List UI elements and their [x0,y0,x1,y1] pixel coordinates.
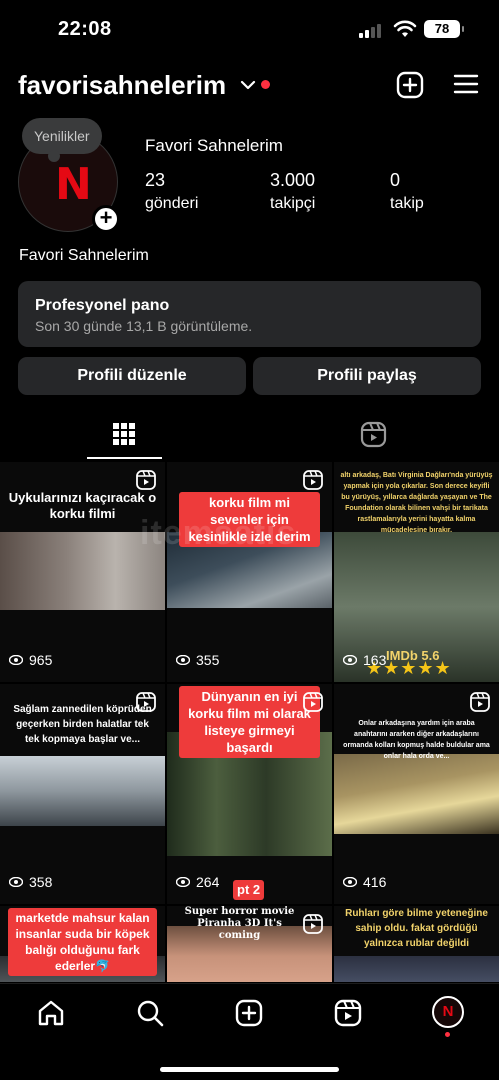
view-count: 358 [9,874,52,890]
stat-posts-value: 23 [145,170,166,190]
edit-profile-button[interactable]: Profili düzenle [18,357,246,395]
wifi-icon [393,20,417,37]
watermark: itemsatis [140,514,297,552]
stat-followers-label: takipçi [270,195,316,212]
post-caption: Uykularınızı kaçıracak o korku filmi [8,490,157,521]
part-badge: pt 2 [233,880,265,900]
eye-icon [176,655,190,665]
chevron-down-icon[interactable] [240,78,256,92]
eye-icon [9,877,23,887]
view-count: 355 [176,652,219,668]
dashboard-title: Profesyonel pano [35,297,170,314]
reel-icon [470,692,490,712]
stat-following-value: 0 [390,170,401,190]
post-tile[interactable]: Super horror movie Piranha 3D It's comin… [167,906,332,982]
reel-icon [303,914,323,934]
grid-tab-icon[interactable] [112,422,136,446]
display-name: Favori Sahnelerim [145,136,283,155]
view-count-value: 163 [363,652,387,668]
username[interactable]: favorisahnelerim [18,70,226,101]
stat-followers-value: 3.000 [270,170,316,190]
post-caption: altı arkadaş, Batı Virginia Dağları'nda … [340,472,493,534]
view-count-value: 358 [29,874,53,890]
cellular-signal-icon [359,24,381,38]
post-tile[interactable]: Onlar arkadaşına yardım için araba anaht… [334,684,499,904]
post-tile[interactable]: altı arkadaş, Batı Virginia Dağları'nda … [334,462,499,682]
reels-icon[interactable] [333,998,363,1028]
create-icon[interactable] [234,998,264,1028]
post-caption: Super horror movie Piranha 3D It's comin… [184,906,295,941]
home-icon[interactable] [36,998,66,1028]
status-time: 22:08 [58,18,112,40]
bottom-nav: N [0,983,499,1080]
profile-header: favorisahnelerim [0,66,499,106]
battery-icon: 78 [424,20,464,38]
view-count-value: 264 [196,874,220,890]
view-count: 264 [176,874,219,890]
note-bubble[interactable]: Yenilikler [22,118,102,162]
view-count-value: 355 [196,652,220,668]
active-tab-indicator [87,457,162,459]
stat-posts[interactable]: 23 gönderi [145,170,198,213]
view-count: 163 [343,652,386,668]
search-icon[interactable] [135,998,165,1028]
post-tile[interactable]: Uykularınızı kaçıracak o korku filmi 965 [0,462,165,682]
stat-followers[interactable]: 3.000 takipçi [270,170,315,213]
post-caption: Dünyanın en iyi korku film mi olarak lis… [179,686,320,758]
add-story-plus-icon[interactable]: + [92,205,120,233]
eye-icon [9,655,23,665]
profile-notification-dot [445,1032,450,1037]
reel-icon [136,470,156,490]
post-tile[interactable]: Ruhları göre bilme yeteneğine sahip oldu… [334,906,499,982]
profile-avatar-nav[interactable]: N [432,996,464,1028]
status-bar: 22:08 78 [0,0,499,60]
post-caption: Onlar arkadaşına yardım için araba anaht… [343,720,490,760]
stat-posts-label: gönderi [145,195,199,212]
stat-following[interactable]: 0 takip [390,170,424,213]
netflix-logo-icon: N [55,159,92,210]
dashboard-subtitle: Son 30 günde 13,1 B görüntüleme. [35,318,253,334]
view-count: 416 [343,874,386,890]
eye-icon [343,877,357,887]
professional-dashboard[interactable]: Profesyonel pano Son 30 günde 13,1 B gör… [18,281,481,347]
stat-following-label: takip [390,195,424,212]
reel-icon [136,692,156,712]
bio-name: Favori Sahnelerim [19,247,149,264]
view-count-value: 416 [363,874,387,890]
hamburger-menu-icon[interactable] [453,73,479,95]
posts-grid: Uykularınızı kaçıracak o korku filmi 965… [0,462,499,982]
post-tile[interactable]: Sağlam zannedilen köprüden geçerken bird… [0,684,165,904]
view-count-value: 965 [29,652,53,668]
home-indicator [160,1067,339,1072]
create-post-icon[interactable] [396,71,424,99]
post-tile[interactable]: Dünyanın en iyi korku film mi olarak lis… [167,684,332,904]
notification-dot [261,80,270,89]
reels-tab-icon[interactable] [360,421,387,448]
eye-icon [176,877,190,887]
post-tile[interactable]: marketde mahsur kalan insanlar suda bir … [0,906,165,982]
view-count: 965 [9,652,52,668]
post-caption: Ruhları göre bilme yeteneğine sahip oldu… [345,908,488,949]
reel-icon [303,470,323,490]
share-profile-button[interactable]: Profili paylaş [253,357,481,395]
post-caption: Sağlam zannedilen köprüden geçerken bird… [13,704,152,745]
post-caption: marketde mahsur kalan insanlar suda bir … [8,908,157,976]
post-tile[interactable]: korku film mi sevenler için kesinlikle i… [167,462,332,682]
reel-icon [303,692,323,712]
eye-icon [343,655,357,665]
